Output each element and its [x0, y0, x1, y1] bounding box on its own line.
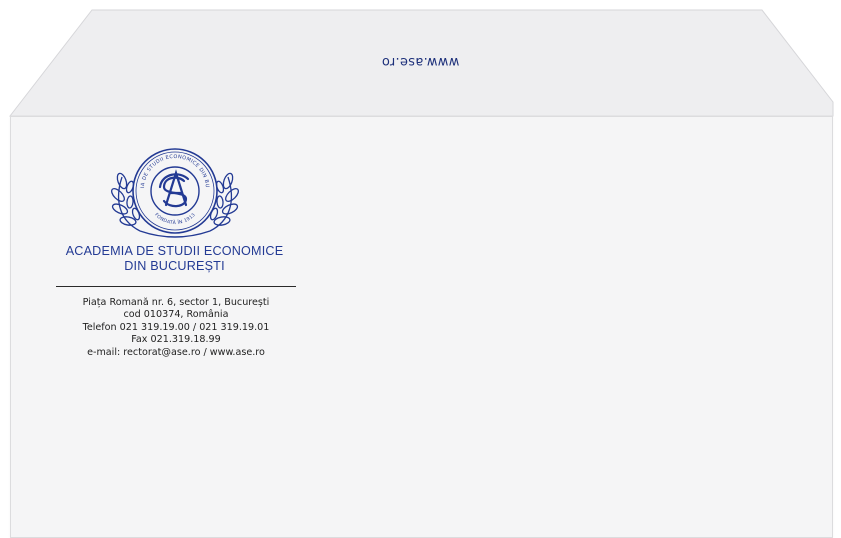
- address-postal-code: cod 010374, România: [123, 309, 229, 321]
- address-block: Piața Romană nr. 6, sector 1, București …: [52, 297, 300, 359]
- institution-name-line2: DIN BUCUREȘTI: [124, 259, 225, 273]
- envelope-mockup: www.ase.ro IA DE STUDII ECONOMICE DIN BU…: [0, 0, 841, 538]
- address-email: e-mail: rectorat@ase.ro / www.ase.ro: [87, 346, 265, 358]
- address-fax: Fax 021.319.18.99: [131, 334, 221, 346]
- address-phone: Telefon 021 319.19.00 / 021 319.19.01: [82, 321, 270, 333]
- envelope-flap: [8, 9, 834, 117]
- institution-name-line1: ACADEMIA DE STUDII ECONOMICE: [65, 244, 284, 258]
- ase-crest-icon: ACADEMIA DE STUDII ECONOMICE DIN BUCUREȘ…: [100, 135, 239, 238]
- institution-logo: ACADEMIA DE STUDII ECONOMICE DIN BUCUREȘ…: [52, 135, 297, 273]
- address-street: Piața Romană nr. 6, sector 1, București: [82, 297, 270, 308]
- address-divider: [56, 286, 296, 287]
- seal-outer-ring: [131, 148, 218, 234]
- flap-url-text: www.ase.ro: [381, 54, 460, 69]
